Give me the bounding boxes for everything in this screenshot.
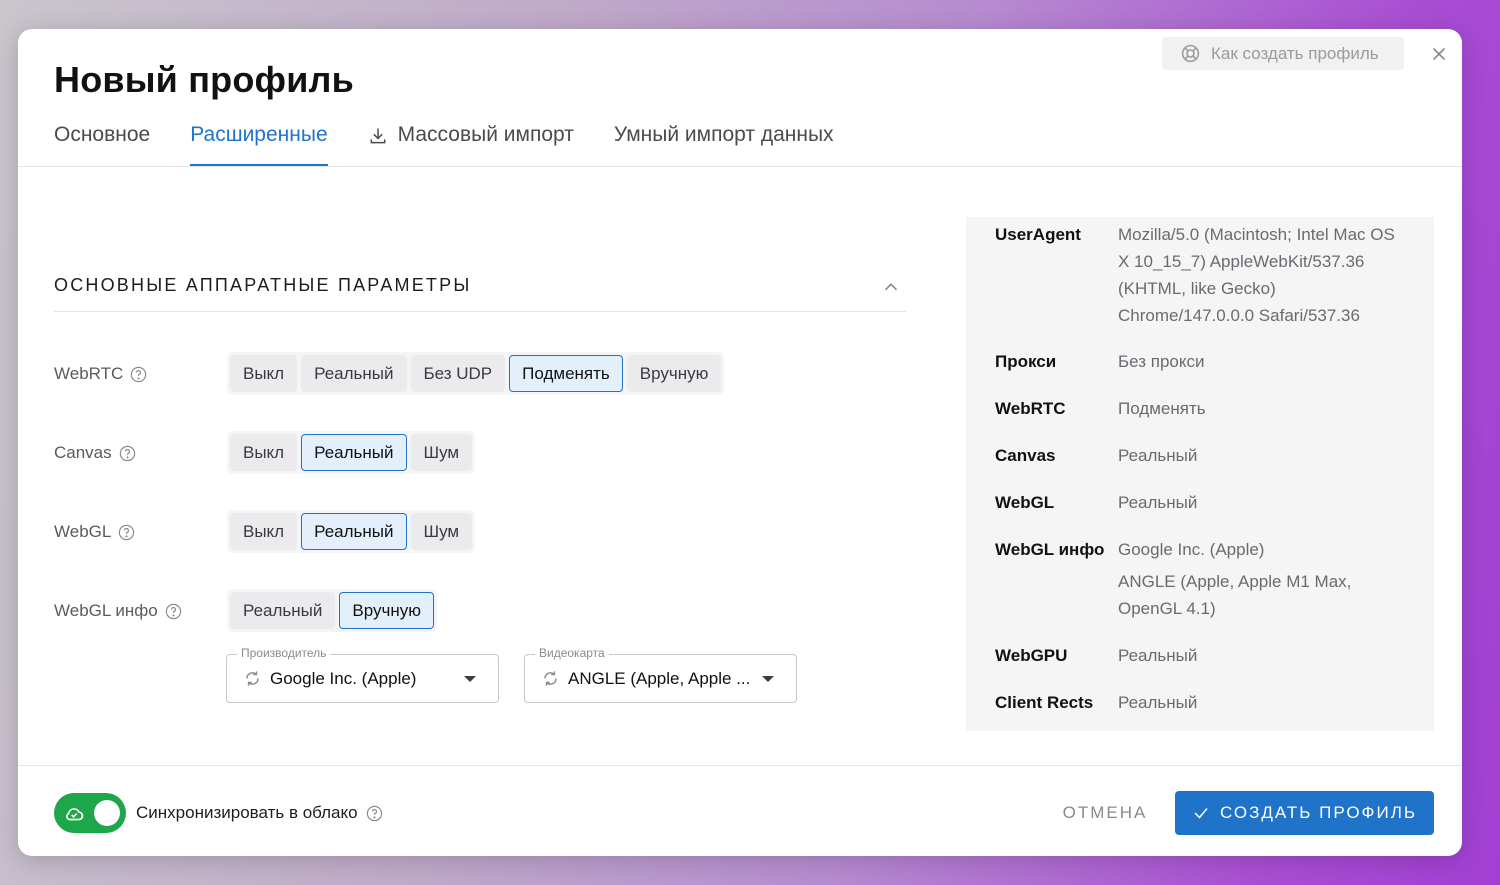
summary-value: Реальный — [1118, 646, 1198, 665]
create-profile-button[interactable]: СОЗДАТЬ ПРОФИЛЬ — [1175, 791, 1434, 835]
vendor-select-value: Google Inc. (Apple) — [270, 668, 417, 688]
tab-main[interactable]: Основное — [54, 119, 150, 167]
webrtc-label-text: WebRTC — [54, 364, 124, 383]
webgl-info-label-text: WebGL инфо — [54, 601, 158, 620]
webrtc-option-manual[interactable]: Вручную — [626, 355, 722, 392]
webrtc-segmented-control: Выкл Реальный Без UDP Подменять Вручную — [227, 352, 725, 395]
summary-value: Реальный — [1118, 493, 1198, 512]
summary-key: WebRTC — [995, 399, 1066, 418]
webrtc-option-no-udp[interactable]: Без UDP — [410, 355, 506, 392]
section-title: ОСНОВНЫЕ АППАРАТНЫЕ ПАРАМЕТРЫ — [54, 275, 472, 295]
help-circle-icon[interactable] — [129, 365, 148, 384]
dialog-title: Новый профиль — [54, 59, 354, 100]
summary-row-canvas: Canvas Реальный — [995, 442, 1408, 469]
webrtc-label: WebRTC — [54, 364, 148, 384]
webgl-segmented-control: Выкл Реальный Шум — [227, 510, 476, 553]
summary-value: Реальный — [1118, 693, 1198, 712]
cloud-sync-label-text: Синхронизировать в облако — [136, 803, 358, 822]
cancel-button[interactable]: ОТМЕНА — [1050, 793, 1160, 833]
caret-down-icon — [464, 675, 476, 682]
summary-row-useragent: UserAgent Mozilla/5.0 (Macintosh; Intel … — [995, 221, 1408, 329]
summary-key: Client Rects — [995, 693, 1094, 712]
summary-row-proxy: Прокси Без прокси — [995, 348, 1408, 375]
footer-divider — [18, 765, 1462, 766]
summary-value: Реальный — [1118, 446, 1198, 465]
summary-key: Прокси — [995, 352, 1057, 371]
help-button-label: Как создать профиль — [1211, 43, 1379, 63]
section-divider — [54, 311, 906, 312]
canvas-segmented-control: Выкл Реальный Шум — [227, 431, 476, 474]
summary-value: Mozilla/5.0 (Macintosh; Intel Mac OS X 1… — [1118, 225, 1395, 325]
webgl-label: WebGL — [54, 522, 136, 542]
help-circle-icon[interactable] — [164, 602, 183, 621]
webgl-option-off[interactable]: Выкл — [230, 513, 298, 550]
tab-bar: Основное Расширенные Массовый импорт Умн… — [54, 119, 874, 167]
gpu-select[interactable]: Видеокарта ANGLE (Apple, Apple ... — [524, 646, 797, 703]
summary-row-webrtc: WebRTC Подменять — [995, 395, 1408, 422]
summary-value: Без прокси — [1118, 352, 1205, 371]
webgl-label-text: WebGL — [54, 522, 112, 541]
tabs-divider — [18, 166, 1462, 167]
check-icon — [1194, 808, 1208, 819]
lifebuoy-icon — [1181, 44, 1200, 63]
summary-key: WebGPU — [995, 646, 1068, 665]
webgl-info-label: WebGL инфо — [54, 601, 183, 621]
gpu-select-value: ANGLE (Apple, Apple ... — [568, 668, 751, 688]
webgl-info-option-manual[interactable]: Вручную — [339, 592, 434, 629]
vendor-select[interactable]: Производитель Google Inc. (Apple) — [226, 646, 499, 703]
gpu-select-label: Видеокарта — [535, 646, 609, 660]
summary-row-webgpu: WebGPU Реальный — [995, 642, 1408, 669]
summary-key: WebGL — [995, 493, 1055, 512]
summary-value: Google Inc. (Apple) — [1118, 540, 1265, 559]
caret-down-icon — [762, 675, 774, 682]
profile-summary-panel: UserAgent Mozilla/5.0 (Macintosh; Intel … — [966, 217, 1434, 731]
summary-row-client-rects: Client Rects Реальный — [995, 689, 1408, 716]
tab-bulk-import[interactable]: Массовый импорт — [368, 119, 574, 167]
canvas-option-noise[interactable]: Шум — [410, 434, 473, 471]
help-circle-icon[interactable] — [117, 523, 136, 542]
tab-advanced-label: Расширенные — [190, 123, 328, 146]
summary-key: UserAgent — [995, 225, 1081, 244]
summary-row-webgl: WebGL Реальный — [995, 489, 1408, 516]
canvas-label-text: Canvas — [54, 443, 112, 462]
summary-value: ANGLE (Apple, Apple M1 Max, OpenGL 4.1) — [1118, 572, 1352, 618]
summary-value: Подменять — [1118, 399, 1206, 418]
help-circle-icon[interactable] — [365, 804, 384, 823]
canvas-option-real[interactable]: Реальный — [301, 434, 407, 471]
tab-advanced[interactable]: Расширенные — [190, 119, 329, 167]
cloud-sync-toggle[interactable] — [54, 793, 126, 833]
webrtc-option-replace[interactable]: Подменять — [509, 355, 623, 392]
webgl-option-noise[interactable]: Шум — [410, 513, 473, 550]
tab-main-label: Основное — [54, 123, 151, 146]
download-icon — [370, 128, 386, 144]
toggle-knob — [94, 800, 120, 826]
webrtc-option-real[interactable]: Реальный — [301, 355, 407, 392]
vendor-select-label: Производитель — [237, 646, 331, 660]
webgl-info-option-real[interactable]: Реальный — [230, 592, 336, 629]
tab-smart-import-label: Умный импорт данных — [613, 123, 834, 146]
summary-value-group: Google Inc. (Apple) ANGLE (Apple, Apple … — [1118, 536, 1408, 622]
new-profile-dialog: Новый профиль Как создать профиль Основн… — [18, 29, 1462, 856]
canvas-option-off[interactable]: Выкл — [230, 434, 298, 471]
cloud-sync-label: Синхронизировать в облако — [136, 803, 384, 823]
create-profile-label: СОЗДАТЬ ПРОФИЛЬ — [1219, 803, 1418, 822]
refresh-icon[interactable] — [541, 669, 560, 688]
webgl-info-segmented-control: Реальный Вручную — [227, 589, 437, 632]
refresh-icon[interactable] — [243, 669, 262, 688]
webgl-option-real[interactable]: Реальный — [301, 513, 407, 550]
webrtc-option-off[interactable]: Выкл — [230, 355, 298, 392]
canvas-label: Canvas — [54, 443, 137, 463]
how-to-create-profile-button[interactable]: Как создать профиль — [1162, 37, 1404, 70]
summary-key: WebGL инфо — [995, 540, 1105, 559]
chevron-up-icon[interactable] — [880, 276, 902, 298]
tab-bulk-import-label: Массовый импорт — [397, 123, 574, 146]
summary-row-webgl-info: WebGL инфо Google Inc. (Apple) ANGLE (Ap… — [995, 536, 1408, 622]
summary-key: Canvas — [995, 446, 1056, 465]
close-icon[interactable] — [1428, 43, 1450, 65]
help-circle-icon[interactable] — [118, 444, 137, 463]
cloud-check-icon — [66, 808, 84, 821]
tab-smart-import[interactable]: Умный импорт данных — [614, 119, 834, 167]
